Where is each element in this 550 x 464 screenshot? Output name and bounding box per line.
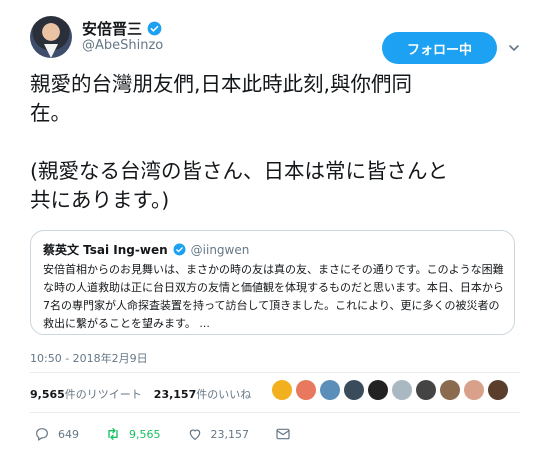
liker-avatar[interactable] bbox=[368, 380, 388, 400]
envelope-icon bbox=[276, 428, 290, 440]
retweet-count: 9,565 bbox=[129, 427, 161, 441]
chevron-down-icon[interactable] bbox=[508, 42, 520, 54]
display-name[interactable]: 安倍晋三 bbox=[82, 18, 142, 39]
engagement-stats: 9,565件のリツイート 23,157件のいいね bbox=[30, 386, 251, 402]
heart-icon bbox=[189, 429, 200, 440]
reply-count: 649 bbox=[58, 427, 79, 441]
tweet-timestamp[interactable]: 10:50 - 2018年2月9日 bbox=[30, 350, 148, 366]
quoted-handle: @iingwen bbox=[190, 242, 250, 257]
verified-icon bbox=[173, 243, 186, 256]
quoted-display-name: 蔡英文 Tsai Ing-wen bbox=[43, 243, 168, 257]
reply-icon bbox=[36, 428, 48, 441]
quoted-author-row: 蔡英文 Tsai Ing-wen @iingwen bbox=[43, 241, 249, 258]
divider bbox=[30, 372, 520, 373]
author-name-row: 安倍晋三 bbox=[82, 18, 162, 39]
liker-avatars bbox=[272, 380, 508, 400]
retweet-stat-label: 件のリツイート bbox=[64, 388, 142, 401]
retweet-button[interactable]: 9,565 bbox=[105, 426, 161, 442]
liker-avatar[interactable] bbox=[296, 380, 316, 400]
retweet-stat[interactable]: 9,565件のリツイート bbox=[30, 386, 142, 402]
like-stat[interactable]: 23,157件のいいね bbox=[154, 386, 251, 402]
liker-avatar[interactable] bbox=[488, 380, 508, 400]
divider bbox=[30, 412, 520, 413]
avatar[interactable] bbox=[30, 16, 72, 58]
liker-avatar[interactable] bbox=[392, 380, 412, 400]
following-button[interactable]: フォロー中 bbox=[382, 32, 497, 64]
liker-avatar[interactable] bbox=[320, 380, 340, 400]
liker-avatar[interactable] bbox=[416, 380, 436, 400]
tweet-header: 安倍晋三 @AbeShinzo フォロー中 bbox=[30, 12, 530, 64]
user-handle[interactable]: @AbeShinzo bbox=[82, 38, 163, 53]
retweet-stat-count: 9,565 bbox=[30, 388, 65, 401]
verified-icon bbox=[147, 21, 162, 36]
quoted-text: 安倍首相からのお見舞いは、まさかの時の友は真の友、まさにその通りです。このような… bbox=[43, 263, 504, 330]
liker-avatar[interactable] bbox=[272, 380, 292, 400]
like-stat-label: 件のいいね bbox=[196, 388, 252, 401]
tweet-actions: 649 9,565 23,157 bbox=[34, 426, 317, 442]
like-stat-count: 23,157 bbox=[153, 388, 197, 401]
like-count: 23,157 bbox=[210, 427, 250, 441]
retweet-icon bbox=[108, 428, 118, 440]
quoted-tweet[interactable]: 蔡英文 Tsai Ing-wen @iingwen 安倍首相からのお見舞いは、ま… bbox=[30, 230, 515, 335]
message-button[interactable] bbox=[275, 426, 291, 442]
liker-avatar[interactable] bbox=[440, 380, 460, 400]
liker-avatar[interactable] bbox=[464, 380, 484, 400]
like-button[interactable]: 23,157 bbox=[187, 426, 250, 442]
reply-button[interactable]: 649 bbox=[34, 426, 79, 442]
tweet-text: 親愛的台灣朋友們,日本此時此刻,與你們同 在。 (親愛なる台湾の皆さん、日本は常… bbox=[30, 72, 448, 212]
liker-avatar[interactable] bbox=[344, 380, 364, 400]
